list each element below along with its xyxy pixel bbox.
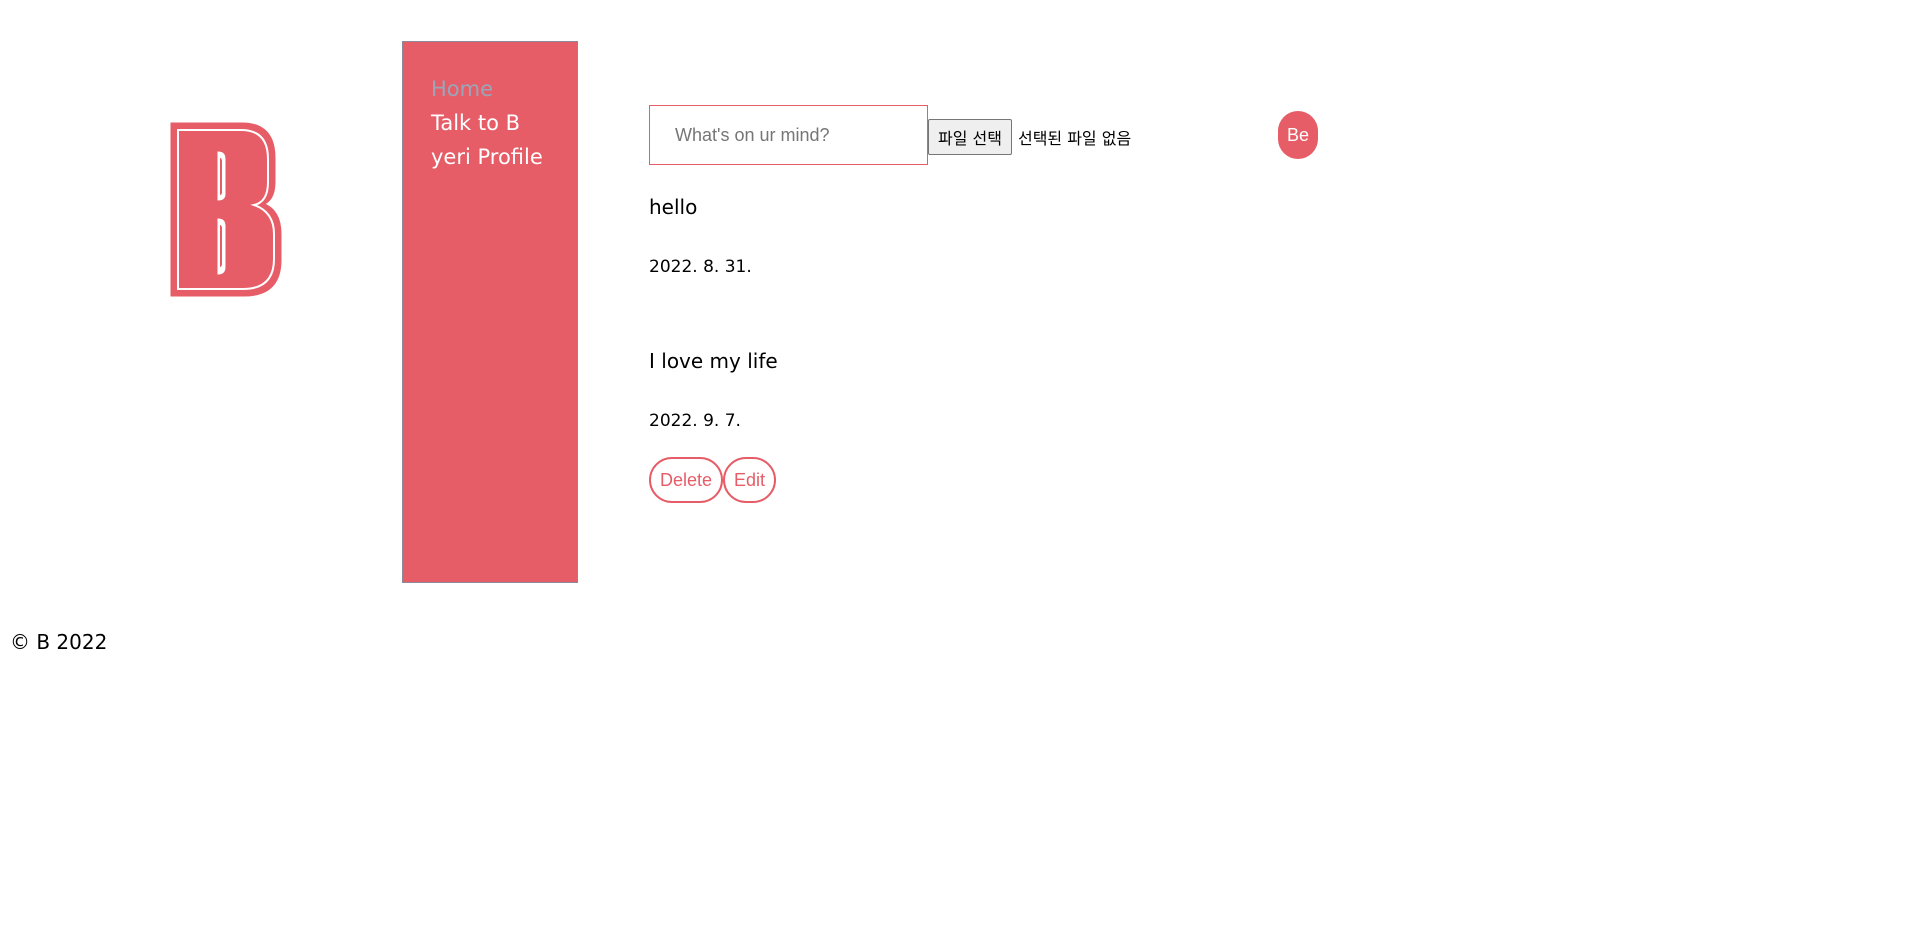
choose-file-button[interactable]: 파일 선택 (928, 119, 1012, 155)
sidebar-item-talk-to-b[interactable]: Talk to B (431, 106, 577, 140)
post-text: hello (649, 195, 698, 219)
post-date: 2022. 8. 31. (649, 257, 752, 277)
post-composer: 파일 선택 선택된 파일 없음 Be (649, 105, 1349, 165)
edit-post-button[interactable]: Edit (723, 457, 777, 503)
page: Home Talk to B yeri Profile 파일 선택 선택된 파일… (0, 0, 1920, 931)
post-item: hello 2022. 8. 31. (649, 194, 752, 278)
file-picker: 파일 선택 선택된 파일 없음 (928, 119, 1131, 155)
post-actions: Delete Edit (649, 457, 778, 503)
main-content: 파일 선택 선택된 파일 없음 Be hello 2022. 8. 31. I … (649, 105, 1349, 503)
b-logo-icon (170, 122, 285, 297)
footer-copyright: © B 2022 (10, 630, 108, 654)
sidebar-nav: Home Talk to B yeri Profile (402, 41, 578, 583)
post-date: 2022. 9. 7. (649, 411, 741, 431)
submit-post-button[interactable]: Be (1278, 111, 1318, 159)
post-item: I love my life 2022. 9. 7. Delete Edit (649, 348, 778, 503)
delete-post-button[interactable]: Delete (649, 457, 724, 503)
sidebar-item-home[interactable]: Home (431, 72, 577, 106)
post-text-input[interactable] (649, 105, 928, 165)
file-status-text: 선택된 파일 없음 (1017, 129, 1132, 148)
sidebar-item-profile[interactable]: yeri Profile (431, 140, 577, 174)
post-text: I love my life (649, 349, 778, 373)
